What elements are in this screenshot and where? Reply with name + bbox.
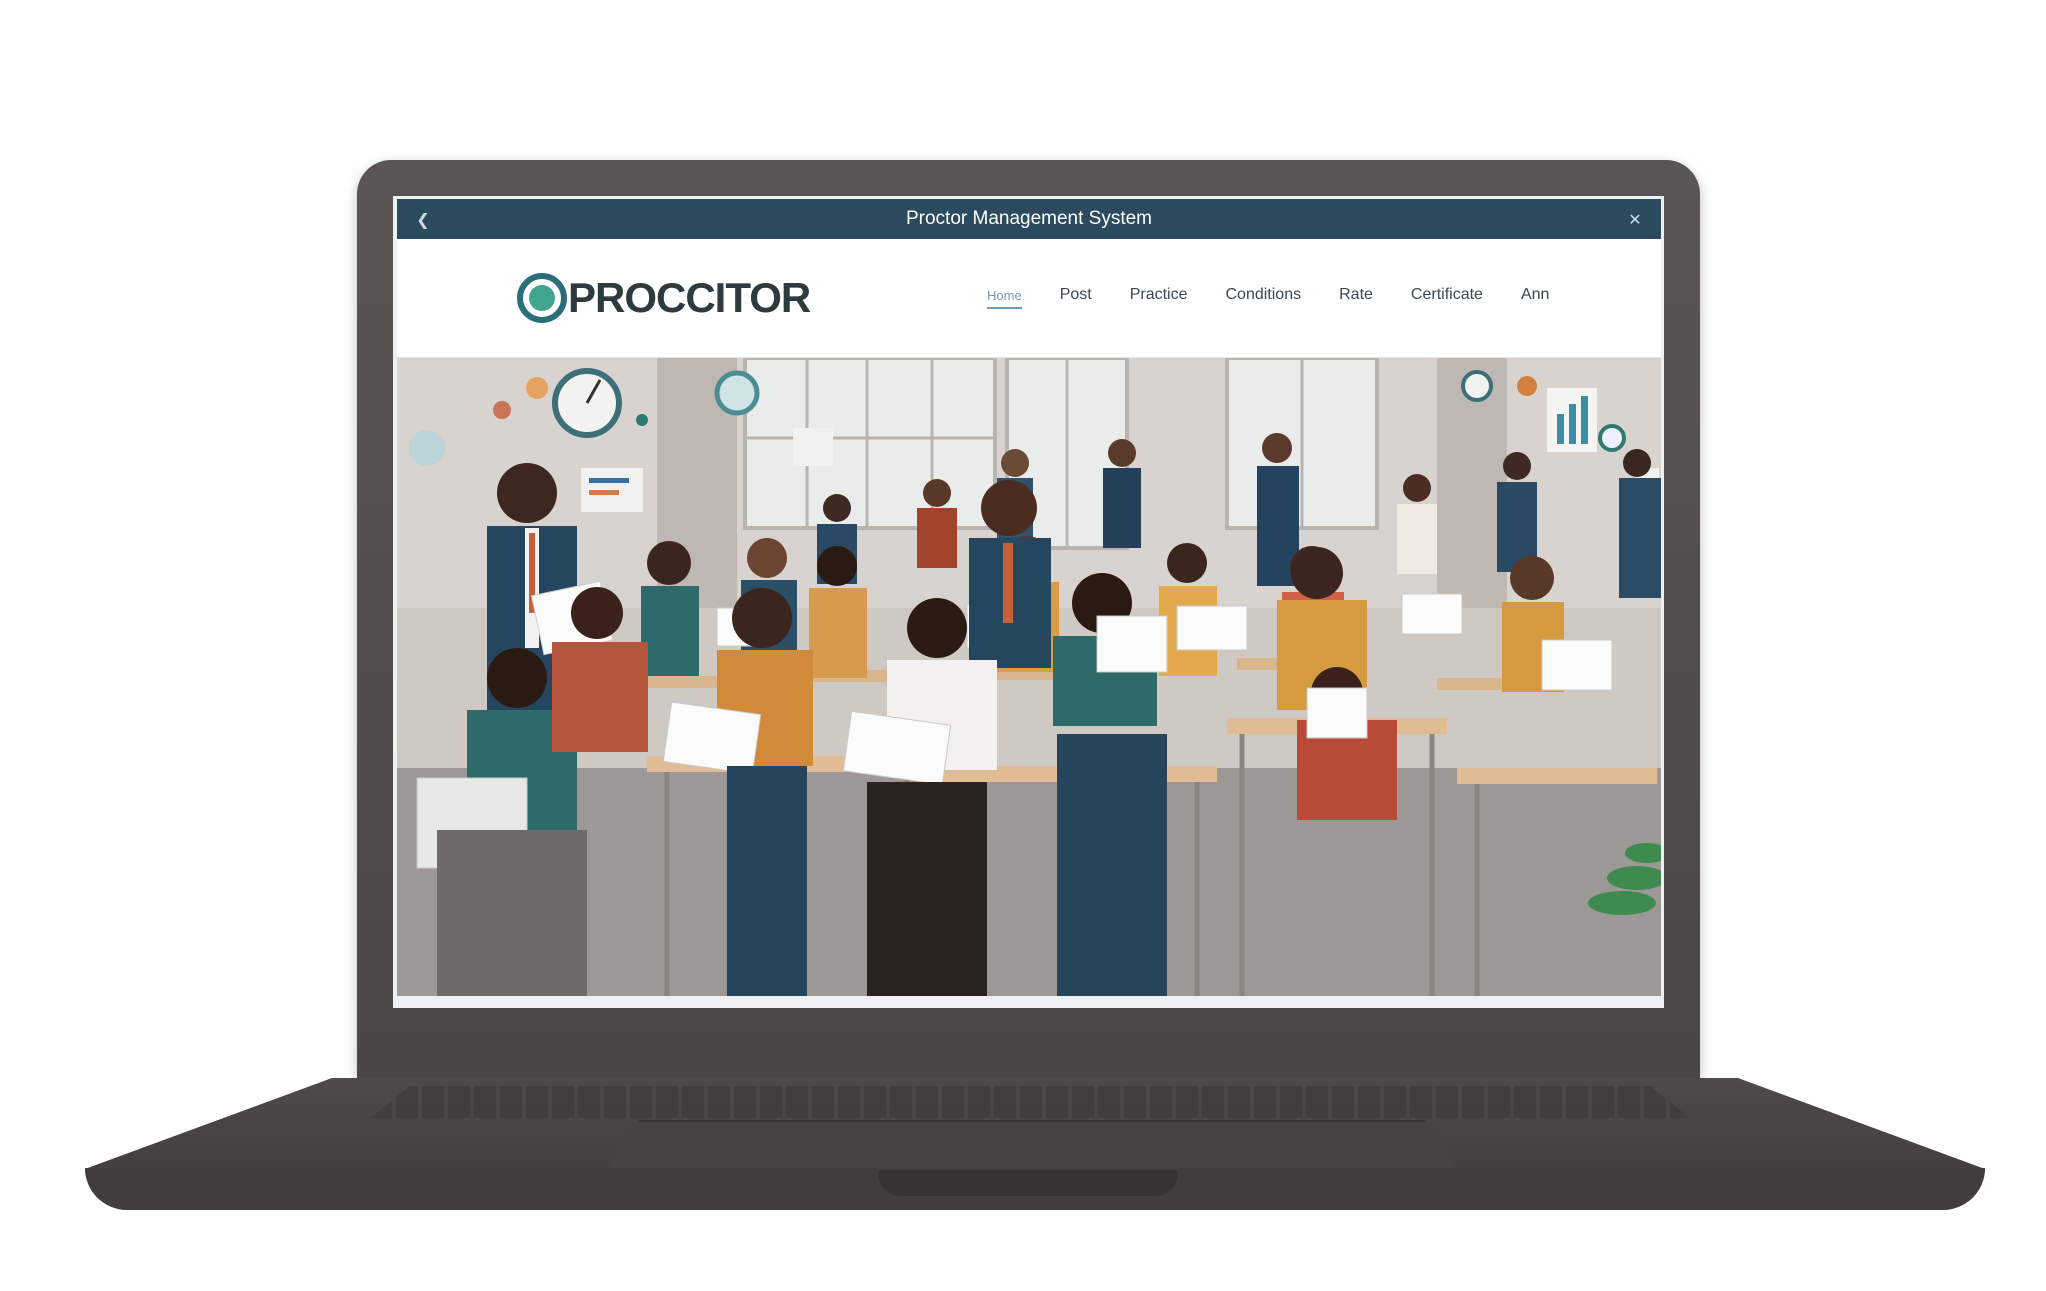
window-title: Proctor Management System [905,208,1153,229]
nav-item-certificate[interactable]: Certificate [1411,286,1483,310]
logo[interactable]: PROCCITOR [517,273,811,323]
close-icon[interactable]: ✕ [1615,199,1655,239]
laptop-notch [878,1170,1178,1196]
nav-item-ann[interactable]: Ann [1521,286,1549,310]
nav-item-post[interactable]: Post [1060,286,1092,310]
main-nav: Home Post Practice Conditions Rate Certi… [987,239,1549,357]
app-window: ❮ Proctor Management System ✕ PROCCITOR … [397,199,1661,996]
trackpad [605,1120,1459,1170]
classroom-exam-illustration [397,358,1661,996]
chevron-left-icon[interactable]: ❮ [403,199,443,239]
nav-item-rate[interactable]: Rate [1339,286,1373,310]
nav-item-home[interactable]: Home [987,288,1022,309]
circle-logo-icon [517,273,567,323]
logo-text: PROCCITOR [568,274,811,321]
site-header: PROCCITOR Home Post Practice Conditions … [397,239,1661,358]
nav-item-conditions[interactable]: Conditions [1226,286,1302,310]
window-titlebar: ❮ Proctor Management System ✕ [397,199,1661,239]
keyboard [370,1086,1690,1118]
nav-item-practice[interactable]: Practice [1130,286,1188,310]
